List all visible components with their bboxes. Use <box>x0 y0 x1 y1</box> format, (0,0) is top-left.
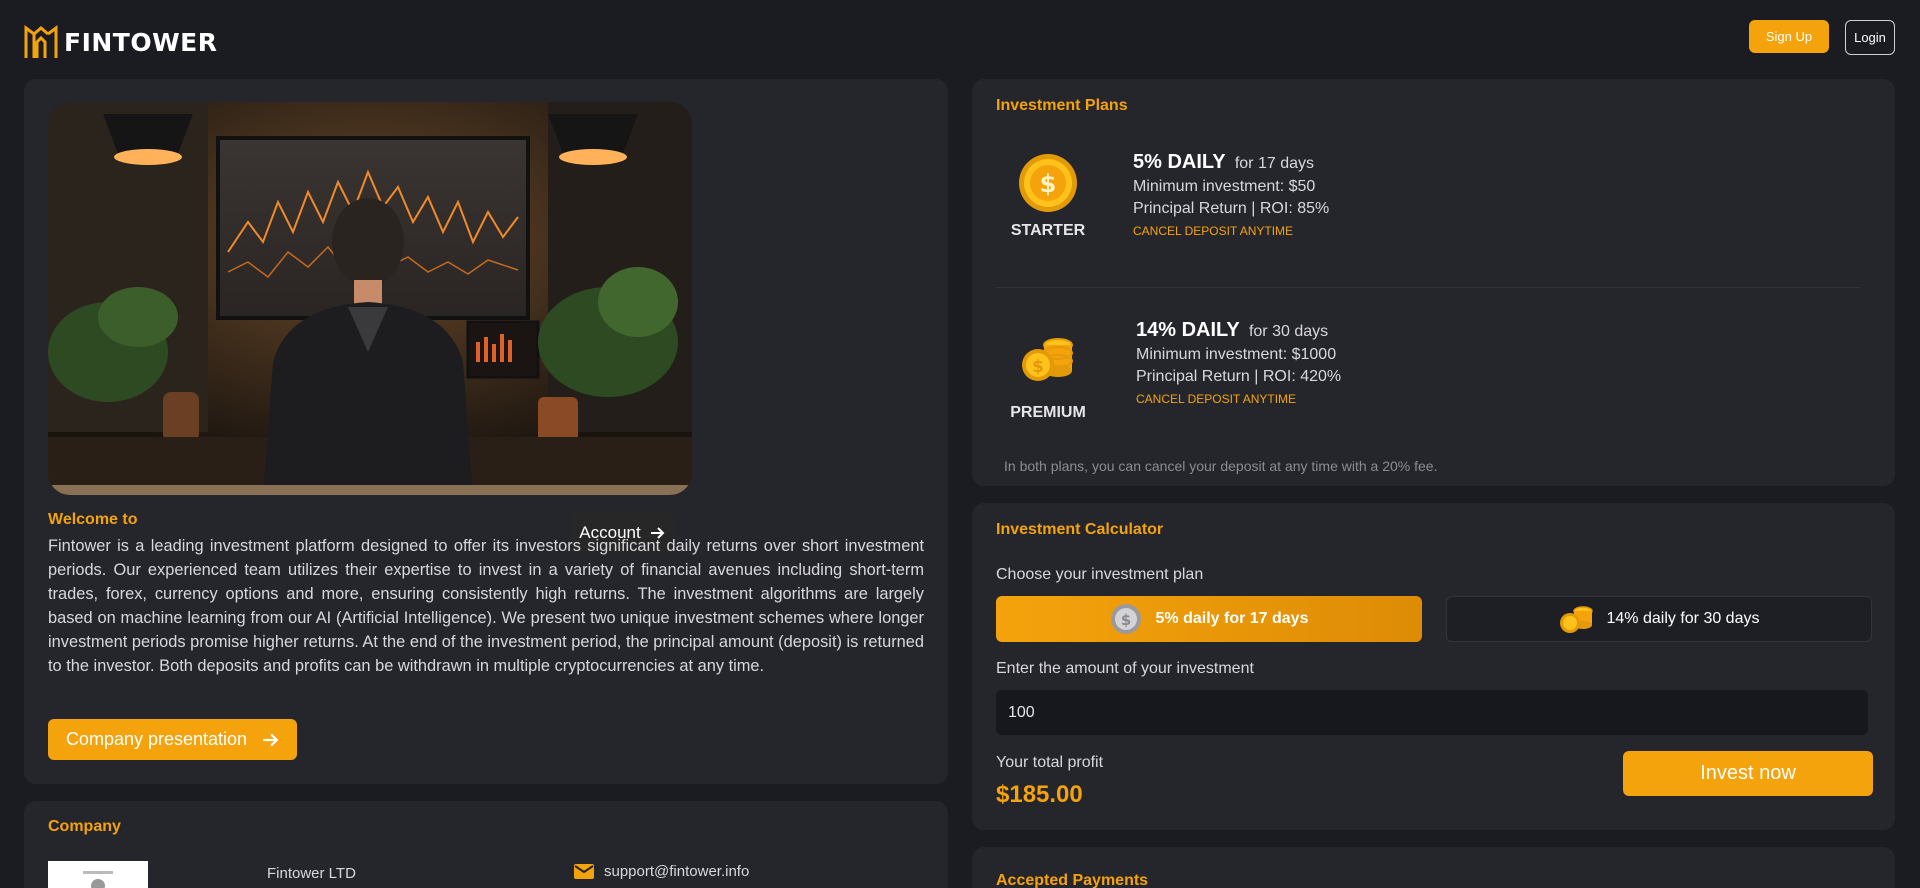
investment-plans-panel: Investment Plans $ STARTER 5% DAILY for … <box>972 79 1895 486</box>
plan-roi: Principal Return | ROI: 85% <box>1133 200 1330 217</box>
company-name: Fintower LTD <box>267 865 356 882</box>
total-profit-label: Your total profit <box>996 754 1104 771</box>
plan-option-premium[interactable]: 14% daily for 30 days <box>1446 596 1872 642</box>
company-email[interactable]: support@fintower.info <box>574 863 749 880</box>
login-button[interactable]: Login <box>1845 20 1895 55</box>
company-presentation-label: Company presentation <box>65 729 248 749</box>
investment-amount-input[interactable] <box>996 690 1868 735</box>
plan-duration: for 30 days <box>1248 323 1329 340</box>
accepted-payments-title: Accepted Payments <box>996 872 1149 888</box>
welcome-description: Fintower is a leading investment platfor… <box>48 537 924 675</box>
certificate-icon <box>83 871 113 888</box>
welcome-title: Welcome to <box>48 511 138 528</box>
plan-info-premium: 14% DAILY for 30 days Minimum investment… <box>1136 319 1341 406</box>
plan-rate-value: 5% DAILY <box>1133 151 1226 173</box>
plan-option-starter[interactable]: $ 5% daily for 17 days <box>996 596 1422 642</box>
plan-rate-premium: 14% DAILY for 30 days <box>1136 319 1341 342</box>
plans-title: Investment Plans <box>996 97 1128 114</box>
fintower-logo-icon <box>24 25 58 58</box>
plan-cancel-note: CANCEL DEPOSIT ANYTIME <box>1136 392 1297 406</box>
plan-roi: Principal Return | ROI: 420% <box>1136 368 1342 385</box>
plan-name-starter: STARTER <box>1010 222 1086 239</box>
company-panel: Company Fintower LTD support@fintower.in… <box>24 801 948 888</box>
plans-divider <box>996 287 1860 288</box>
hero-image <box>48 102 692 495</box>
svg-text:$: $ <box>1040 170 1057 198</box>
coin-stack-icon: $ <box>1022 338 1073 381</box>
plan-duration: for 17 days <box>1234 155 1314 172</box>
plan-info-starter: 5% DAILY for 17 days Minimum investment:… <box>1133 151 1329 238</box>
plan-rate-starter: 5% DAILY for 17 days <box>1133 151 1329 174</box>
accepted-payments-panel: Accepted Payments <box>972 847 1895 888</box>
silver-coin-icon: $ <box>1110 604 1141 634</box>
brand-name: FINTOWER <box>64 27 218 57</box>
calculator-title: Investment Calculator <box>996 521 1164 538</box>
choose-plan-label: Choose your investment plan <box>996 566 1204 583</box>
coin-stack-icon <box>1559 606 1593 633</box>
amount-label: Enter the amount of your investment <box>996 660 1254 677</box>
total-profit-value: $185.00 <box>996 781 1083 808</box>
plan-minimum: Minimum investment: $1000 <box>1136 346 1337 363</box>
top-bar: FINTOWER Sign Up Login <box>0 0 1920 78</box>
company-presentation-button[interactable]: Company presentation <box>48 719 297 760</box>
company-certificate-thumbnail[interactable] <box>48 861 148 888</box>
plan-name-premium: PREMIUM <box>1010 404 1086 421</box>
arrow-right-icon <box>263 733 279 746</box>
plan-option-label: 14% daily for 30 days <box>1606 610 1760 627</box>
trader-illustration <box>48 102 692 495</box>
plan-minimum: Minimum investment: $50 <box>1133 178 1316 195</box>
sign-up-button[interactable]: Sign Up <box>1749 20 1829 53</box>
svg-text:$: $ <box>1120 611 1130 629</box>
plan-cancel-note: CANCEL DEPOSIT ANYTIME <box>1133 224 1294 238</box>
envelope-icon <box>574 864 594 879</box>
company-title: Company <box>48 818 121 835</box>
welcome-panel: Account Welcome to Fintower is a leading… <box>24 79 948 784</box>
investment-calculator-panel: Investment Calculator Choose your invest… <box>972 503 1895 830</box>
company-email-text: support@fintower.info <box>604 863 750 880</box>
svg-text:$: $ <box>1032 357 1044 377</box>
plans-footnote: In both plans, you can cancel your depos… <box>1004 458 1438 474</box>
plan-option-label: 5% daily for 17 days <box>1155 610 1309 627</box>
plan-rate-value: 14% DAILY <box>1136 319 1240 341</box>
invest-now-button[interactable]: Invest now <box>1623 751 1873 796</box>
coin-icon: $ <box>1019 154 1077 212</box>
brand-logo[interactable]: FINTOWER <box>24 24 218 60</box>
